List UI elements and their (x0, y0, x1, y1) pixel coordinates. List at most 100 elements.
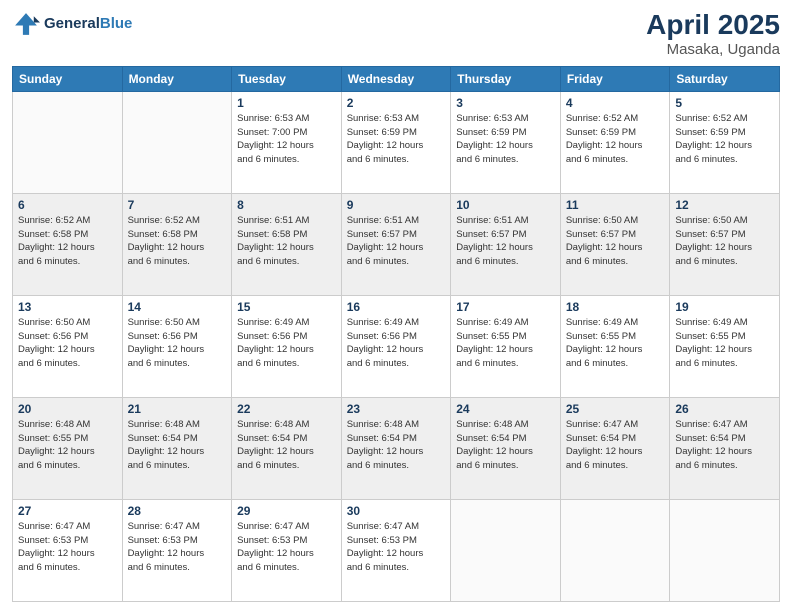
table-row (451, 499, 561, 601)
table-row: 6 Sunrise: 6:52 AMSunset: 6:58 PMDaylight… (13, 193, 123, 295)
day-detail: Sunrise: 6:47 AMSunset: 6:53 PMDaylight:… (18, 520, 117, 575)
table-row: 17Sunrise: 6:49 AMSunset: 6:55 PMDayligh… (451, 295, 561, 397)
calendar-row: 6 Sunrise: 6:52 AMSunset: 6:58 PMDaylight… (13, 193, 780, 295)
day-number: 6 (18, 198, 117, 212)
sunset-text: Sunset: 6:54 PM (456, 432, 555, 446)
sunrise-text: Sunrise: 6:52 AM (675, 112, 774, 126)
sunrise-text: Sunrise: 6:48 AM (456, 418, 555, 432)
daylight-text: Daylight: 12 hours (566, 445, 665, 459)
daylight-text-cont: and 6 minutes. (347, 561, 446, 575)
daylight-text: Daylight: 12 hours (18, 343, 117, 357)
sunset-text: Sunset: 6:58 PM (128, 228, 227, 242)
col-wednesday: Wednesday (341, 66, 451, 91)
daylight-text-cont: and 6 minutes. (347, 459, 446, 473)
table-row: 2Sunrise: 6:53 AMSunset: 6:59 PMDaylight… (341, 91, 451, 193)
daylight-text-cont: and 6 minutes. (675, 459, 774, 473)
daylight-text-cont: and 6 minutes. (456, 153, 555, 167)
calendar-location: Masaka, Uganda (646, 41, 780, 58)
sunrise-text: Sunrise: 6:50 AM (128, 316, 227, 330)
table-row: 18Sunrise: 6:49 AMSunset: 6:55 PMDayligh… (560, 295, 670, 397)
table-row: 15Sunrise: 6:49 AMSunset: 6:56 PMDayligh… (232, 295, 342, 397)
daylight-text: Daylight: 12 hours (675, 241, 774, 255)
day-number: 28 (128, 504, 227, 518)
daylight-text-cont: and 6 minutes. (128, 459, 227, 473)
daylight-text: Daylight: 12 hours (456, 343, 555, 357)
sunrise-text: Sunrise: 6:50 AM (566, 214, 665, 228)
logo-text: GeneralBlue (44, 16, 132, 33)
day-detail: Sunrise: 6:48 AMSunset: 6:54 PMDaylight:… (237, 418, 336, 473)
day-detail: Sunrise: 6:49 AMSunset: 6:56 PMDaylight:… (237, 316, 336, 371)
day-number: 30 (347, 504, 446, 518)
sunrise-text: Sunrise: 6:52 AM (566, 112, 665, 126)
day-detail: Sunrise: 6:49 AMSunset: 6:55 PMDaylight:… (675, 316, 774, 371)
daylight-text: Daylight: 12 hours (675, 445, 774, 459)
sunrise-text: Sunrise: 6:47 AM (18, 520, 117, 534)
daylight-text: Daylight: 12 hours (18, 547, 117, 561)
day-detail: Sunrise: 6:47 AMSunset: 6:53 PMDaylight:… (347, 520, 446, 575)
day-number: 21 (128, 402, 227, 416)
daylight-text: Daylight: 12 hours (18, 241, 117, 255)
sunrise-text: Sunrise: 6:49 AM (675, 316, 774, 330)
calendar-row: 27Sunrise: 6:47 AMSunset: 6:53 PMDayligh… (13, 499, 780, 601)
sunset-text: Sunset: 6:59 PM (675, 126, 774, 140)
sunrise-text: Sunrise: 6:48 AM (347, 418, 446, 432)
sunset-text: Sunset: 6:56 PM (347, 330, 446, 344)
day-number: 9 (347, 198, 446, 212)
table-row: 7Sunrise: 6:52 AMSunset: 6:58 PMDaylight… (122, 193, 232, 295)
sunset-text: Sunset: 6:58 PM (18, 228, 117, 242)
day-detail: Sunrise: 6:48 AMSunset: 6:55 PMDaylight:… (18, 418, 117, 473)
page: GeneralBlue April 2025 Masaka, Uganda Su… (0, 0, 792, 612)
sunset-text: Sunset: 6:57 PM (675, 228, 774, 242)
day-number: 13 (18, 300, 117, 314)
table-row: 30 Sunrise: 6:47 AMSunset: 6:53 PMDayligh… (341, 499, 451, 601)
daylight-text-cont: and 6 minutes. (566, 153, 665, 167)
table-row: 20 Sunrise: 6:48 AMSunset: 6:55 PMDayligh… (13, 397, 123, 499)
sunset-text: Sunset: 6:53 PM (347, 534, 446, 548)
day-number: 4 (566, 96, 665, 110)
day-detail: Sunrise: 6:53 AMSunset: 6:59 PMDaylight:… (456, 112, 555, 167)
day-number: 25 (566, 402, 665, 416)
day-number: 11 (566, 198, 665, 212)
sunrise-text: Sunrise: 6:50 AM (18, 316, 117, 330)
calendar-table: Sunday Monday Tuesday Wednesday Thursday… (12, 66, 780, 602)
day-detail: Sunrise: 6:50 AMSunset: 6:56 PMDaylight:… (18, 316, 117, 371)
daylight-text: Daylight: 12 hours (237, 547, 336, 561)
sunrise-text: Sunrise: 6:53 AM (347, 112, 446, 126)
table-row: 16Sunrise: 6:49 AMSunset: 6:56 PMDayligh… (341, 295, 451, 397)
daylight-text: Daylight: 12 hours (566, 343, 665, 357)
day-number: 20 (18, 402, 117, 416)
sunrise-text: Sunrise: 6:47 AM (347, 520, 446, 534)
day-number: 5 (675, 96, 774, 110)
calendar-row: 20 Sunrise: 6:48 AMSunset: 6:55 PMDayligh… (13, 397, 780, 499)
day-detail: Sunrise: 6:52 AMSunset: 6:58 PMDaylight:… (18, 214, 117, 269)
table-row: 14Sunrise: 6:50 AMSunset: 6:56 PMDayligh… (122, 295, 232, 397)
sunrise-text: Sunrise: 6:51 AM (456, 214, 555, 228)
day-detail: Sunrise: 6:49 AMSunset: 6:55 PMDaylight:… (456, 316, 555, 371)
sunset-text: Sunset: 6:56 PM (128, 330, 227, 344)
sunset-text: Sunset: 6:55 PM (675, 330, 774, 344)
table-row: 23Sunrise: 6:48 AMSunset: 6:54 PMDayligh… (341, 397, 451, 499)
daylight-text: Daylight: 12 hours (237, 343, 336, 357)
table-row: 27Sunrise: 6:47 AMSunset: 6:53 PMDayligh… (13, 499, 123, 601)
sunrise-text: Sunrise: 6:47 AM (237, 520, 336, 534)
sunrise-text: Sunrise: 6:53 AM (237, 112, 336, 126)
day-detail: Sunrise: 6:50 AMSunset: 6:57 PMDaylight:… (675, 214, 774, 269)
sunrise-text: Sunrise: 6:53 AM (456, 112, 555, 126)
day-detail: Sunrise: 6:51 AMSunset: 6:57 PMDaylight:… (347, 214, 446, 269)
day-number: 22 (237, 402, 336, 416)
daylight-text-cont: and 6 minutes. (566, 255, 665, 269)
daylight-text: Daylight: 12 hours (237, 139, 336, 153)
day-detail: Sunrise: 6:51 AMSunset: 6:58 PMDaylight:… (237, 214, 336, 269)
sunset-text: Sunset: 6:57 PM (456, 228, 555, 242)
day-detail: Sunrise: 6:47 AMSunset: 6:54 PMDaylight:… (675, 418, 774, 473)
day-detail: Sunrise: 6:47 AMSunset: 6:53 PMDaylight:… (237, 520, 336, 575)
table-row: 9 Sunrise: 6:51 AMSunset: 6:57 PMDaylight… (341, 193, 451, 295)
daylight-text: Daylight: 12 hours (347, 343, 446, 357)
table-row: 13 Sunrise: 6:50 AMSunset: 6:56 PMDayligh… (13, 295, 123, 397)
col-thursday: Thursday (451, 66, 561, 91)
day-detail: Sunrise: 6:52 AMSunset: 6:58 PMDaylight:… (128, 214, 227, 269)
sunrise-text: Sunrise: 6:47 AM (128, 520, 227, 534)
day-detail: Sunrise: 6:51 AMSunset: 6:57 PMDaylight:… (456, 214, 555, 269)
sunset-text: Sunset: 6:53 PM (128, 534, 227, 548)
col-monday: Monday (122, 66, 232, 91)
